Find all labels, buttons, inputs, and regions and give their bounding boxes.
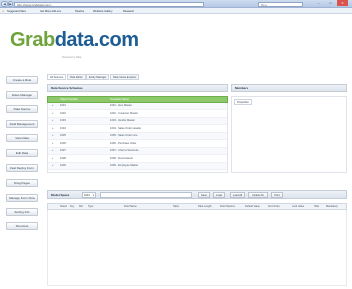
- schemas-panel-title: Data Source Schemas: [47, 84, 228, 92]
- favorites-star-icon[interactable]: ★: [2, 9, 4, 14]
- chevron-down-icon: ▾: [92, 194, 94, 197]
- favorite-link[interactable]: Webslice Gallery: [93, 9, 112, 14]
- object-number: 1003: [60, 119, 66, 122]
- object-number: 1007: [60, 149, 66, 152]
- template-name: 1001 - Item Master: [110, 104, 132, 107]
- save-button[interactable]: Save: [198, 192, 210, 198]
- address-bar[interactable]: http://www.grabdata.com/...: [14, 1, 204, 7]
- logo-part-grab: Grab: [10, 29, 55, 51]
- site-logo[interactable]: Grabdata.com: [10, 30, 139, 50]
- object-number: 1004: [60, 126, 66, 130]
- template-name: 1004 - Sales Order Header: [110, 126, 142, 130]
- model-space-grid-header: Select Key Ref Type Field Name Table Dat…: [47, 203, 347, 210]
- sidebar-item-edit-data[interactable]: Edit Data: [6, 149, 38, 157]
- tab-strip: All Sources Rule Editor Entity Manager D…: [47, 74, 347, 81]
- tab-properties[interactable]: Properties: [234, 99, 252, 105]
- template-name: 1007 - Chart of Accounts: [110, 149, 139, 152]
- sidebar-item-rules-manager[interactable]: Rules Manager: [6, 91, 38, 99]
- sidebar-item-shortcuts[interactable]: Shortcuts: [6, 222, 38, 230]
- tagline: Powered by Data: [62, 56, 82, 59]
- members-panel-body: Properties: [231, 96, 347, 173]
- sidebar-item-create-rule[interactable]: Create a Rule: [6, 76, 38, 84]
- template-name: 1008 - Fixed Assets: [110, 156, 133, 160]
- model-space-label: Model Space: [51, 193, 70, 197]
- favorite-link[interactable]: Research: [123, 9, 134, 14]
- browser-titlebar: ◀ ▶ http://www.grabdata.com/... Bing – □…: [0, 0, 352, 8]
- load-all-button[interactable]: Load All: [230, 192, 245, 198]
- object-number: 1009: [60, 164, 66, 167]
- tab-all-sources[interactable]: All Sources: [47, 74, 67, 80]
- column-header[interactable]: Object Number: [60, 97, 78, 102]
- print-button[interactable]: Print: [271, 192, 283, 198]
- column-header[interactable]: Template Name: [110, 97, 129, 102]
- template-name: 1003 - Vendor Master: [110, 119, 135, 122]
- model-space-select[interactable]: 1001 ▾: [82, 192, 96, 198]
- sidebar: Create a Rule Rules Manager Data Source …: [0, 64, 44, 289]
- template-name: 1009 - Employee Master: [110, 164, 139, 167]
- template-name: 1002 - Customer Master: [110, 111, 138, 115]
- model-space-grid-body: [47, 210, 347, 286]
- favorite-link[interactable]: Get More Add-ons: [40, 9, 61, 14]
- model-space-toolbar: Model Space 1001 ▾ Save Load Load All Del…: [47, 190, 347, 199]
- sidebar-item-field-management[interactable]: Field Management: [6, 120, 38, 128]
- forward-button[interactable]: ▶: [8, 1, 13, 7]
- object-number: 1005: [60, 134, 66, 137]
- table-row[interactable]: +1001 1001 - Item Master: [48, 103, 227, 110]
- favorite-link[interactable]: Suggested Sites: [7, 9, 26, 14]
- tab-rule-editor[interactable]: Rule Editor: [67, 74, 86, 80]
- schemas-grid-header: Object Number Template Name: [47, 96, 228, 103]
- template-name: 1005 - Sales Order Line: [110, 134, 138, 137]
- tab-entity-manager[interactable]: Entity Manager: [86, 74, 110, 80]
- sidebar-item-data-source[interactable]: Data Source: [6, 105, 38, 113]
- table-row[interactable]: +1005 1005 - Sales Order Line: [48, 133, 227, 140]
- logo-part-data: data.com: [54, 29, 139, 51]
- table-row[interactable]: +1004 1004 - Sales Order Header: [48, 126, 227, 133]
- model-space-input[interactable]: [100, 192, 192, 198]
- delete-all-button[interactable]: Delete All: [248, 192, 268, 198]
- sidebar-item-fast-deploy[interactable]: Fast Deploy Form: [6, 164, 38, 172]
- sidebar-item-form-flow[interactable]: Manage Form Flow: [6, 194, 38, 202]
- favorite-link[interactable]: Pipeline: [75, 9, 84, 14]
- object-number: 1008: [60, 156, 66, 160]
- table-row[interactable]: +1007 1007 - Chart of Accounts: [48, 148, 227, 155]
- schemas-grid-body: +1001 1001 - Item Master +1002 1002 - Cust…: [47, 103, 228, 173]
- search-box[interactable]: Bing: [258, 1, 303, 7]
- object-number: 1006: [60, 141, 66, 145]
- table-row[interactable]: +1002 1002 - Customer Master: [48, 111, 227, 118]
- maximize-icon[interactable]: □: [325, 0, 336, 6]
- table-row[interactable]: +1009 1009 - Employee Master: [48, 163, 227, 170]
- tab-data-views[interactable]: Data Views Explorer: [110, 74, 140, 80]
- object-number: 1001: [60, 104, 66, 107]
- table-row[interactable]: +1008 1008 - Fixed Assets: [48, 156, 227, 163]
- sidebar-item-drag-pages[interactable]: Drag Pages: [6, 179, 38, 187]
- object-number: 1002: [60, 111, 66, 115]
- table-row[interactable]: +1006 1006 - Purchase Order: [48, 141, 227, 148]
- template-name: 1006 - Purchase Order: [110, 141, 137, 145]
- table-row[interactable]: +1003 1003 - Vendor Master: [48, 118, 227, 125]
- minimize-icon[interactable]: –: [313, 0, 324, 6]
- back-button[interactable]: ◀: [1, 1, 8, 7]
- sidebar-item-view-data[interactable]: View Data: [6, 134, 38, 142]
- load-button[interactable]: Load: [213, 192, 225, 198]
- members-panel-title: Members: [231, 84, 347, 92]
- sidebar-item-setting-info[interactable]: Setting Info: [6, 208, 38, 216]
- model-space-select-value: 1001: [84, 194, 90, 197]
- close-icon[interactable]: ✕: [337, 0, 348, 6]
